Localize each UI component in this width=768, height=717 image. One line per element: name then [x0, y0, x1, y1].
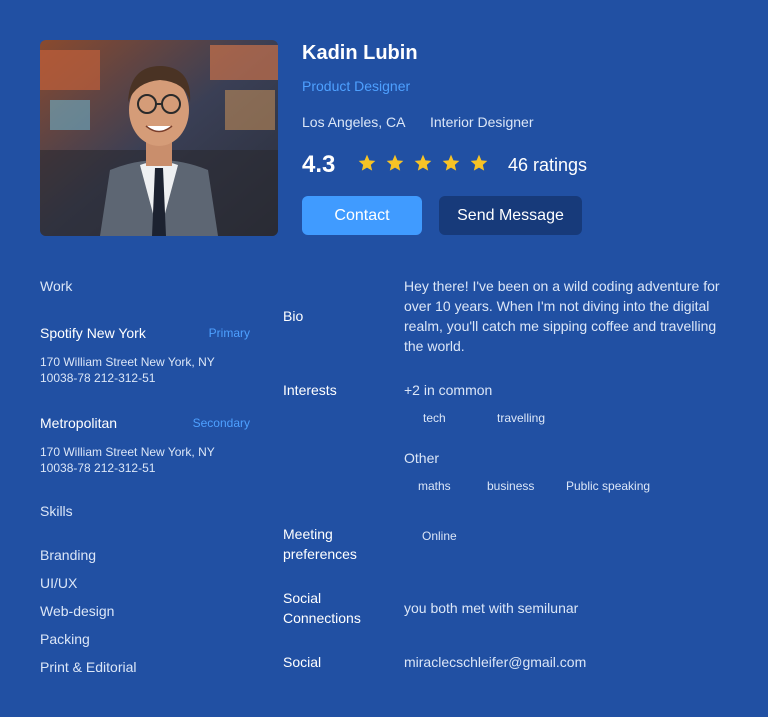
- work-address-line1: 170 William Street New York, NY: [40, 445, 215, 459]
- rating-value: 4.3: [302, 151, 336, 178]
- skill-item: UI/UX: [40, 575, 78, 591]
- interests-common-label: +2 in common: [404, 382, 493, 398]
- meeting-preference-tag: Online: [422, 529, 457, 543]
- interest-tag: tech: [423, 411, 446, 425]
- profile-name: Kadin Lubin: [302, 42, 418, 64]
- meeting-label-line1: Meeting: [283, 526, 333, 542]
- secondary-badge: Secondary: [192, 416, 250, 430]
- skill-item: Packing: [40, 631, 90, 647]
- work-company-secondary: Metropolitan: [40, 415, 118, 431]
- profile-location: Los Angeles, CA: [302, 114, 406, 130]
- skill-item: Print & Editorial: [40, 659, 137, 675]
- interest-tag: Public speaking: [566, 479, 651, 493]
- contact-button[interactable]: Contact: [302, 196, 422, 235]
- work-address-line2: 10038-78 212-312-51: [40, 371, 156, 385]
- work-heading: Work: [40, 278, 73, 294]
- rating-stars: [357, 153, 489, 173]
- work-address-line2: 10038-78 212-312-51: [40, 461, 156, 475]
- social-connections-label-line1: Social: [283, 590, 322, 606]
- interests-other-label: Other: [404, 450, 440, 466]
- interest-tag: travelling: [497, 411, 546, 425]
- primary-badge: Primary: [208, 326, 250, 340]
- star-icon: [469, 153, 489, 173]
- star-icon: [385, 153, 405, 173]
- interests-label: Interests: [283, 382, 337, 398]
- star-icon: [357, 153, 377, 173]
- profile-secondary-role: Interior Designer: [430, 114, 534, 130]
- skills-heading: Skills: [40, 503, 73, 519]
- social-connections-value: you both met with semilunar: [404, 600, 579, 616]
- social-label: Social: [283, 654, 322, 670]
- meeting-label-line2: preferences: [283, 546, 357, 562]
- skill-item: Branding: [40, 547, 97, 563]
- work-company-primary: Spotify New York: [40, 325, 146, 341]
- profile-photo: [40, 40, 278, 236]
- ratings-count: 46 ratings: [508, 155, 588, 175]
- interest-tag: maths: [418, 479, 451, 493]
- social-email-link[interactable]: miraclecschleifer@gmail.com: [404, 652, 586, 672]
- bio-label: Bio: [283, 308, 304, 324]
- star-icon: [413, 153, 433, 173]
- work-address-line1: 170 William Street New York, NY: [40, 355, 215, 369]
- send-message-button[interactable]: Send Message: [439, 196, 582, 235]
- skill-item: Web-design: [40, 603, 115, 619]
- social-connections-label-line2: Connections: [283, 610, 361, 626]
- star-icon: [441, 153, 461, 173]
- profile-role: Product Designer: [302, 78, 411, 94]
- bio-text: Hey there! I've been on a wild coding ad…: [404, 278, 720, 354]
- interest-tag: business: [487, 479, 535, 493]
